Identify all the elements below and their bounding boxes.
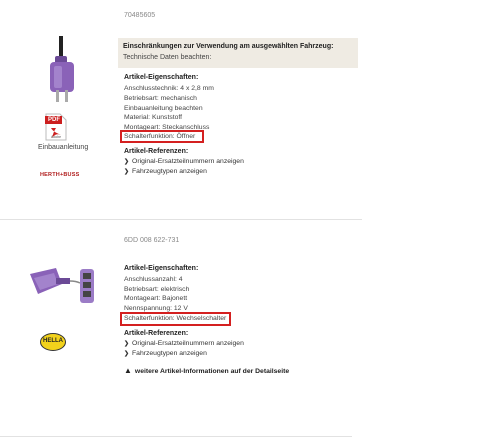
chevron-right-icon: ❯ bbox=[124, 159, 130, 165]
restriction-subtitle: Technische Daten beachten: bbox=[123, 54, 212, 61]
pdf-label[interactable]: Einbauanleitung bbox=[38, 144, 88, 151]
brand-logo-hella: HELLA bbox=[40, 333, 66, 351]
reference-link-oe-1[interactable]: ❯ Original-Ersatzteilnummern anzeigen bbox=[124, 158, 244, 165]
chevron-right-icon: ❯ bbox=[124, 169, 130, 175]
restriction-title: Einschränkungen zur Verwendung am ausgew… bbox=[123, 43, 334, 50]
property-2-0: Anschlussanzahl: 4 bbox=[124, 276, 183, 283]
property-2-1: Betriebsart: elektrisch bbox=[124, 286, 190, 293]
property-2-2: Montageart: Bajonett bbox=[124, 295, 188, 302]
chevron-right-icon: ❯ bbox=[124, 341, 130, 347]
property-1-2: Einbauanleitung beachten bbox=[124, 105, 203, 112]
references-title-1: Artikel-Referenzen: bbox=[124, 148, 189, 155]
property-1-3: Material: Kunststoff bbox=[124, 114, 183, 121]
highlight-box-1 bbox=[120, 130, 204, 143]
reference-label: Fahrzeugtypen anzeigen bbox=[132, 168, 207, 175]
reference-link-vehicles-1[interactable]: ❯ Fahrzeugtypen anzeigen bbox=[124, 168, 207, 175]
references-title-2: Artikel-Referenzen: bbox=[124, 330, 189, 337]
pdf-icon-text: PDF bbox=[48, 116, 60, 123]
reference-link-oe-2[interactable]: ❯ Original-Ersatzteilnummern anzeigen bbox=[124, 340, 244, 347]
pdf-icon-small: Adobe bbox=[51, 135, 62, 139]
reference-label: Original-Ersatzteilnummern anzeigen bbox=[132, 340, 244, 347]
reference-label: Original-Ersatzteilnummern anzeigen bbox=[132, 158, 244, 165]
article-number-2: 6DD 008 622-731 bbox=[124, 237, 180, 244]
properties-title-2: Artikel-Eigenschaften: bbox=[124, 265, 199, 272]
property-1-1: Betriebsart: mechanisch bbox=[124, 95, 197, 102]
reference-link-vehicles-2[interactable]: ❯ Fahrzeugtypen anzeigen bbox=[124, 350, 207, 357]
highlight-box-2 bbox=[120, 312, 231, 326]
chevron-right-icon: ❯ bbox=[124, 351, 130, 357]
more-info-label: weitere Artikel-Informationen auf der De… bbox=[134, 368, 290, 375]
brand-logo-text: HERTH+BUSS bbox=[40, 172, 80, 178]
bottom-divider bbox=[0, 436, 352, 437]
more-info-link[interactable]: ▲ weitere Artikel-Informationen auf der D… bbox=[124, 366, 289, 375]
product-image-1[interactable] bbox=[42, 36, 82, 104]
property-2-3: Nennspannung: 12 V bbox=[124, 305, 188, 312]
warning-icon: ▲ bbox=[124, 366, 132, 375]
restriction-box: Einschränkungen zur Verwendung am ausgew… bbox=[118, 38, 358, 68]
article-number-1: 70485605 bbox=[124, 12, 156, 19]
brand-logo-herth-buss: HERTH+BUSS bbox=[40, 172, 79, 178]
product-image-2[interactable] bbox=[28, 264, 100, 306]
property-1-0: Anschlusstechnik: 4 x 2,8 mm bbox=[124, 85, 214, 92]
pdf-icon[interactable]: PDF Adobe bbox=[45, 113, 67, 141]
reference-label: Fahrzeugtypen anzeigen bbox=[132, 350, 207, 357]
brand-logo-text: HELLA bbox=[43, 338, 63, 344]
properties-title-1: Artikel-Eigenschaften: bbox=[124, 74, 199, 81]
product-divider bbox=[0, 219, 362, 220]
